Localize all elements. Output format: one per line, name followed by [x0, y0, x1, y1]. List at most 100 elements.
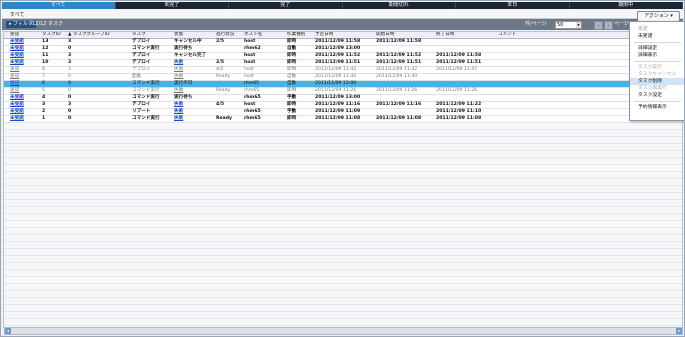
col-state-cell[interactable]: 失敗: [174, 74, 183, 80]
tab-5[interactable]: 期限中: [570, 2, 683, 9]
col-host-cell: host: [244, 60, 256, 65]
col-work-type-cell: 自動: [287, 74, 297, 79]
col-scheduled-header[interactable]: 予定日時: [315, 32, 333, 38]
menu-item[interactable]: タスク削除: [630, 78, 684, 85]
table-header: 受諾 タスクID ▲ タスクグループID タスク 状態 進行状況 ホスト名 作業種別 予定日時 開…: [4, 32, 682, 39]
col-start-cell: 2011/12/09 11:40: [376, 74, 418, 79]
table-row[interactable]: 受諾 5 0 コマンド実行 失敗 Ready rhm65 即時 2011/12/09 11:26…: [4, 88, 682, 95]
page-label: ページ: [614, 21, 629, 27]
col-task-header[interactable]: タスク: [132, 32, 146, 38]
col-task-group-id-cell: 3: [68, 60, 72, 65]
col-progress-cell: 2/5: [216, 39, 225, 44]
col-state-cell[interactable]: 失敗: [174, 67, 183, 73]
col-progress-cell: 2/5: [216, 60, 225, 65]
horizontal-scrollbar[interactable]: ◂ ▸: [4, 327, 683, 335]
col-work-type-header[interactable]: 作業種別: [287, 32, 305, 38]
empty-row: [4, 284, 682, 291]
col-task-group-id-cell: 0: [68, 116, 72, 121]
col-state-cell[interactable]: 失敗: [174, 109, 183, 115]
status-tab-bar: すべて 未完了 完了 期限切れ 本日 期限中: [2, 2, 683, 9]
table-row[interactable]: 未受諾 10 3 デプロイ 失敗 2/5 host 即時 2011/12/09 11:51 201…: [4, 60, 682, 67]
empty-row: [4, 263, 682, 270]
menu-item[interactable]: 未受諾: [630, 33, 684, 40]
col-end-cell: 2011/12/09 11:26: [436, 88, 478, 93]
col-accept-cell[interactable]: 未受諾: [10, 109, 24, 115]
tab-0[interactable]: すべて: [2, 2, 116, 9]
col-host-header[interactable]: ホスト名: [244, 32, 262, 38]
col-scheduled-cell: 2011/12/09 11:58: [315, 39, 361, 44]
tab-4[interactable]: 本日: [456, 2, 570, 9]
empty-row: [4, 312, 682, 319]
empty-row: [4, 249, 682, 256]
col-task-cell: 起動: [132, 74, 142, 79]
scroll-right-icon[interactable]: ▸: [676, 328, 682, 334]
table-row[interactable]: 未受諾 11 3 デプロイ キャンセル完了 host 即時 2011/12/09 11:52 2…: [4, 53, 682, 60]
col-state-cell: 実行待ち: [174, 95, 193, 100]
col-end-cell: 2011/12/09 11:22: [436, 102, 482, 107]
col-progress-header[interactable]: 進行状況: [216, 32, 234, 38]
col-accept-cell[interactable]: 受諾: [10, 88, 19, 94]
col-task-cell: デプロイ: [132, 53, 151, 58]
col-accept-cell[interactable]: 受諾: [10, 67, 19, 73]
menu-item[interactable]: 予約情報表示: [630, 104, 684, 111]
tab-2[interactable]: 完了: [229, 2, 343, 9]
table-row[interactable]: 受諾 8 3 デプロイ 失敗 4/5 host 即時 2011/12/09 11:42 2011/…: [4, 67, 682, 74]
col-task-id-cell: 1: [42, 116, 46, 121]
table-row[interactable]: 受諾 7 0 起動 失敗 Ready host 自動 2011/12/09 11:40 2011/…: [4, 74, 682, 81]
per-page-select[interactable]: 50 ▾: [555, 21, 582, 29]
tab-3[interactable]: 期限切れ: [343, 2, 456, 9]
col-accept-cell[interactable]: 受諾: [10, 74, 19, 80]
col-state-cell: 実行不可: [174, 81, 193, 86]
col-task-id-cell: 3: [42, 102, 46, 107]
col-task-cell: デプロイ: [132, 102, 151, 107]
next-page-button[interactable]: ›: [604, 21, 613, 30]
col-accept-cell[interactable]: 未受諾: [10, 53, 24, 59]
col-accept-cell[interactable]: 未受諾: [10, 39, 24, 45]
col-accept-cell[interactable]: 未受諾: [10, 46, 24, 52]
col-accept-cell[interactable]: 未受諾: [10, 102, 24, 108]
col-start-header[interactable]: 開始日時: [376, 32, 394, 38]
menu-item[interactable]: 詳細設定: [630, 45, 684, 52]
table-row[interactable]: 未受諾 13 3 デプロイ キャンセル中 2/5 host 即時 2011/12/09 11:5…: [4, 39, 682, 46]
col-task-id-header[interactable]: タスクID: [42, 32, 61, 38]
menu-item[interactable]: 詳細表示: [630, 52, 684, 59]
col-scheduled-cell: 2011/12/09 11:52: [315, 53, 361, 58]
col-accept-cell[interactable]: 未受諾: [10, 95, 24, 101]
col-state-cell[interactable]: 失敗: [174, 116, 183, 122]
col-task-id-cell: 12: [42, 46, 49, 51]
col-host-cell: host: [244, 39, 256, 44]
col-accept-cell[interactable]: 未受諾: [10, 116, 24, 122]
col-task-id-cell: 6: [42, 81, 45, 86]
table-row[interactable]: 未受諾 4 0 コマンド実行 実行待ち rhm65 手動 2011/12/09 13:00: [4, 95, 682, 102]
menu-item: タスクキャンセル: [638, 72, 677, 77]
table-row[interactable]: 未受諾 1 0 コマンド実行 失敗 Ready rhm65 即時 2011/12/09 11:0…: [4, 116, 682, 123]
empty-row: [4, 319, 682, 326]
col-scheduled-cell: 2011/12/09 11:09: [315, 109, 361, 114]
col-state-cell[interactable]: 失敗: [174, 60, 183, 66]
col-state-header[interactable]: 状態: [174, 32, 183, 38]
empty-row: [4, 270, 682, 277]
col-start-cell: 2011/12/09 11:16: [376, 102, 422, 107]
prev-page-button[interactable]: ‹: [594, 21, 603, 30]
empty-row: [4, 130, 682, 137]
tab-1[interactable]: 未完了: [116, 2, 229, 9]
col-scheduled-cell: 2011/12/09 11:42: [315, 67, 357, 72]
col-state-cell[interactable]: 失敗: [174, 88, 183, 94]
col-task-cell: コマンド実行: [132, 88, 160, 93]
col-state-cell[interactable]: 失敗: [174, 102, 183, 108]
col-comment-header[interactable]: コメント: [498, 32, 516, 38]
table-row[interactable]: 未受諾 3 3 デプロイ 失敗 4/5 host 即時 2011/12/09 11:16 2011…: [4, 102, 682, 109]
table-row[interactable]: 未受諾 2 0 リブート 失敗 rhm65 手動 2011/12/09 11:09 2011/1…: [4, 109, 682, 116]
col-accept-cell[interactable]: 未受諾: [10, 60, 24, 66]
menu-item[interactable]: タスク設定: [630, 92, 684, 99]
col-host-cell: rhm62: [244, 46, 261, 51]
col-state-cell: 実行待ち: [174, 46, 193, 51]
table-row[interactable]: 未受諾 12 0 コマンド実行 実行待ち rhm62 自動 2011/12/09 13:00: [4, 46, 682, 53]
empty-row: [4, 200, 682, 207]
col-end-header[interactable]: 終了日時: [436, 32, 454, 38]
table-row[interactable]: 受諾 6 0 コマンド実行 実行不可 rhm65 自動 2011/12/09 12:00: [4, 81, 682, 88]
col-task-group-id-header[interactable]: ▲ タスクグループID: [68, 32, 110, 38]
scroll-left-icon[interactable]: ◂: [5, 328, 11, 334]
col-accept-cell[interactable]: 受諾: [10, 81, 19, 87]
col-accept-header[interactable]: 受諾: [10, 32, 19, 38]
